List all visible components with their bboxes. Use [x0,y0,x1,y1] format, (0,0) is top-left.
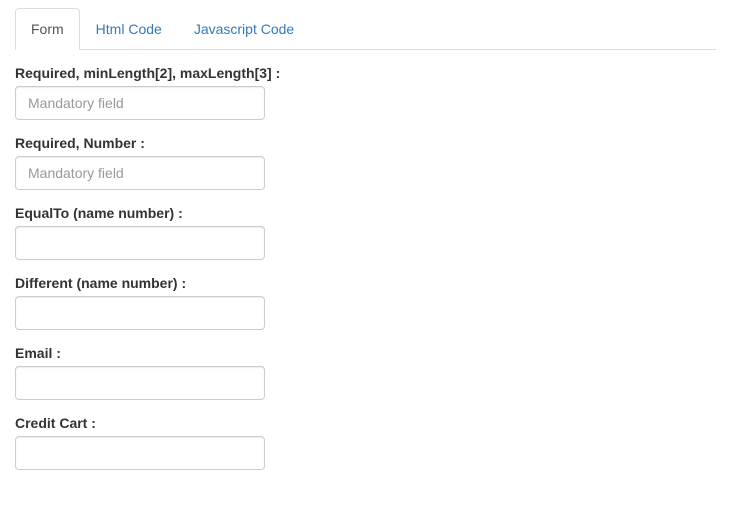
label-creditcard: Credit Cart : [15,415,716,431]
label-email: Email : [15,345,716,361]
form-group-different: Different (name number) : [15,275,716,330]
form-group-required-number: Required, Number : [15,135,716,190]
input-creditcard[interactable] [15,436,265,470]
form-panel: Required, minLength[2], maxLength[3] : R… [0,50,731,500]
tab-form[interactable]: Form [15,8,80,50]
input-equalto[interactable] [15,226,265,260]
label-required-number: Required, Number : [15,135,716,151]
label-equalto: EqualTo (name number) : [15,205,716,221]
input-email[interactable] [15,366,265,400]
form-group-creditcard: Credit Cart : [15,415,716,470]
label-required-minmax: Required, minLength[2], maxLength[3] : [15,65,716,81]
form-group-required-minmax: Required, minLength[2], maxLength[3] : [15,65,716,120]
form-group-equalto: EqualTo (name number) : [15,205,716,260]
input-required-number[interactable] [15,156,265,190]
input-different[interactable] [15,296,265,330]
tab-javascript-code[interactable]: Javascript Code [178,8,310,50]
form-group-email: Email : [15,345,716,400]
tab-html-code[interactable]: Html Code [80,8,178,50]
label-different: Different (name number) : [15,275,716,291]
tabs-nav: Form Html Code Javascript Code [15,8,716,50]
input-required-minmax[interactable] [15,86,265,120]
